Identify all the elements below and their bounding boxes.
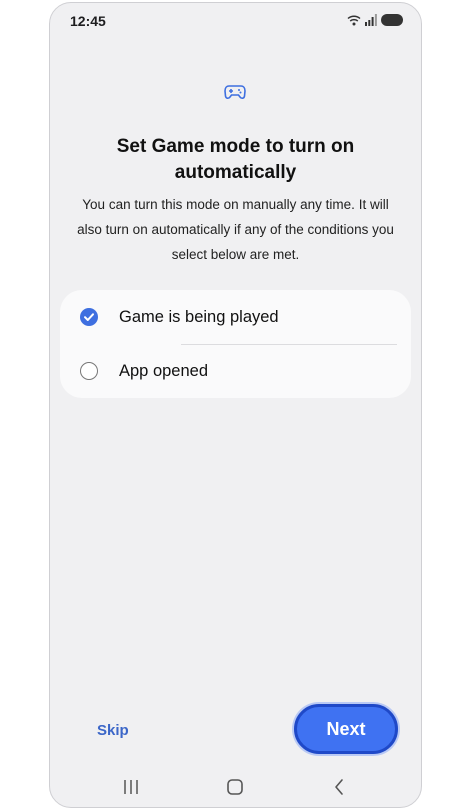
option-label: App opened: [119, 361, 209, 380]
recent-apps-icon: [124, 780, 138, 794]
option-label: Game is being played: [119, 307, 279, 326]
status-time: 12:45: [70, 13, 106, 29]
skip-button[interactable]: Skip: [97, 722, 129, 739]
option-game-being-played[interactable]: Game is being played: [60, 290, 411, 344]
home-icon: [227, 779, 243, 795]
radio-unchecked[interactable]: [80, 362, 98, 380]
home-button[interactable]: [223, 775, 247, 799]
status-icons: [347, 14, 403, 26]
back-icon: [335, 779, 343, 795]
back-button[interactable]: [327, 775, 351, 799]
signal-icon: [365, 14, 377, 26]
status-bar: 12:45: [50, 3, 421, 39]
navigation-bar: [50, 767, 421, 807]
phone-screen: 12:45 Set Game mode to turn on automatic…: [49, 2, 422, 808]
page-description: You can turn this mode on manually any t…: [77, 197, 394, 262]
next-button[interactable]: Next: [294, 704, 398, 754]
recent-apps-button[interactable]: [119, 775, 143, 799]
check-icon: [84, 313, 94, 321]
wifi-icon: [347, 15, 361, 26]
gamepad-icon: [224, 85, 246, 100]
battery-icon: [381, 14, 403, 26]
option-app-opened[interactable]: App opened: [60, 344, 411, 398]
conditions-card: Game is being played App opened: [60, 290, 411, 398]
radio-checked[interactable]: [80, 308, 98, 326]
page-title: Set Game mode to turn on automatically: [116, 136, 355, 183]
